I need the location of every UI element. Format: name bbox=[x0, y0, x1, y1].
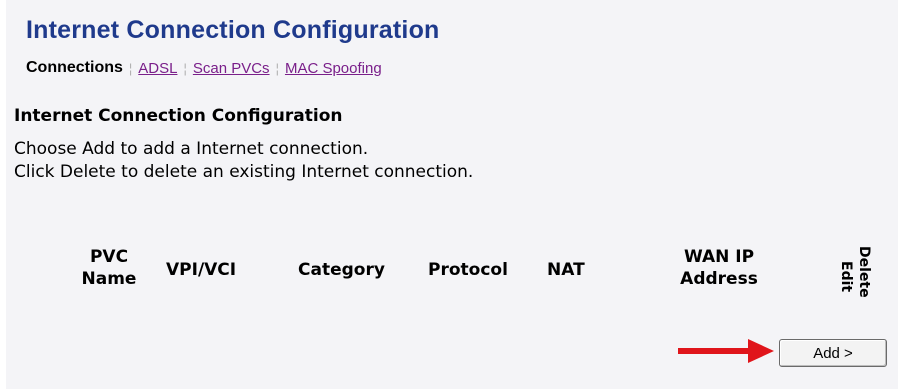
column-header-nat: NAT bbox=[547, 260, 585, 280]
add-button[interactable]: Add > bbox=[779, 339, 887, 367]
subnav-separator: ¦ bbox=[275, 60, 279, 76]
description-line-add: Choose Add to add a Internet connection. bbox=[14, 139, 369, 159]
column-header-edit: Edit bbox=[838, 261, 854, 293]
description-line-delete: Click Delete to delete an existing Inter… bbox=[14, 162, 474, 182]
subnav-link-scan-pvcs[interactable]: Scan PVCs bbox=[193, 60, 270, 77]
sub-navigation: Connections ¦ ADSL ¦ Scan PVCs ¦ MAC Spo… bbox=[26, 59, 382, 77]
column-header-pvc-name: PVC Name bbox=[76, 246, 142, 290]
right-arrow-icon bbox=[678, 339, 774, 363]
subnav-separator: ¦ bbox=[183, 60, 187, 76]
page-title: Internet Connection Configuration bbox=[26, 16, 440, 44]
subnav-separator: ¦ bbox=[128, 60, 133, 76]
column-header-wan-ip-line1: WAN IP bbox=[683, 247, 755, 267]
connections-table: PVC Name VPI/VCI Category Protocol NAT W… bbox=[0, 246, 898, 302]
subnav-link-adsl[interactable]: ADSL bbox=[138, 60, 177, 77]
section-heading: Internet Connection Configuration bbox=[14, 106, 343, 126]
subnav-item-connections[interactable]: Connections bbox=[26, 59, 123, 77]
column-header-protocol: Protocol bbox=[428, 260, 508, 280]
column-header-wan-ip-line2: Address bbox=[680, 269, 758, 289]
column-header-pvc-name-line1: PVC bbox=[89, 247, 129, 267]
column-header-delete: Delete bbox=[856, 246, 872, 298]
column-header-pvc-name-line2: Name bbox=[81, 269, 137, 289]
column-header-vpi-vci: VPI/VCI bbox=[166, 260, 237, 280]
column-header-wan-ip-address: WAN IP Address bbox=[663, 246, 775, 290]
column-header-category: Category bbox=[298, 260, 385, 280]
subnav-link-mac-spoofing[interactable]: MAC Spoofing bbox=[285, 60, 382, 77]
left-edge bbox=[0, 0, 6, 389]
arrow-shaft bbox=[678, 348, 750, 354]
arrow-head bbox=[748, 339, 774, 363]
